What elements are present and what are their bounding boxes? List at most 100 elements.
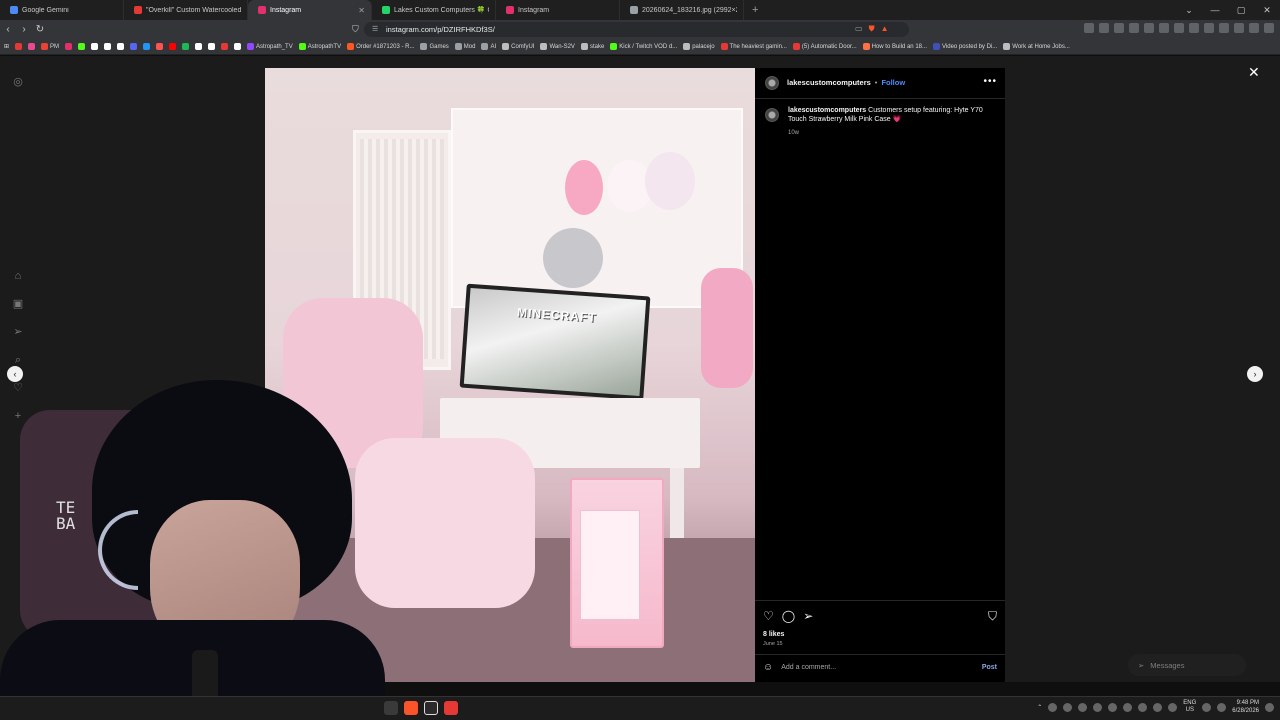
bookmark-item[interactable] — [156, 43, 164, 50]
back-button[interactable]: ‹ — [0, 24, 16, 35]
bookmark-item[interactable] — [104, 43, 112, 50]
bookmark-item[interactable]: Video posted by Di... — [933, 43, 997, 50]
tray-icon[interactable] — [1078, 702, 1088, 712]
bookmark-item[interactable] — [195, 43, 203, 50]
follow-button[interactable]: Follow — [881, 78, 905, 87]
bookmark-item[interactable] — [91, 43, 99, 50]
bookmark-item[interactable]: (5) Automatic Door... — [792, 43, 857, 50]
tray-icon[interactable] — [1093, 702, 1103, 712]
extension-icon[interactable] — [1084, 23, 1094, 33]
bookmark-item[interactable] — [234, 43, 242, 50]
browser-tab[interactable]: Lakes Custom Computers 🍀 Officia — [372, 0, 496, 20]
cast-icon[interactable]: ▭ — [855, 24, 863, 34]
extension-icon[interactable] — [1144, 23, 1154, 33]
forward-button[interactable]: › — [16, 24, 32, 35]
chevron-down-icon[interactable]: ⌄ — [1176, 5, 1202, 16]
extension-icon[interactable] — [1159, 23, 1169, 33]
bookmark-item[interactable] — [65, 43, 73, 50]
browser-tab[interactable]: Instagram — [496, 0, 620, 20]
comment-input[interactable]: Add a comment... — [781, 664, 974, 671]
messages-button[interactable]: ➢ Messages — [1128, 654, 1246, 676]
reels-icon[interactable]: ▣ — [12, 298, 24, 310]
extension-icon[interactable] — [1114, 23, 1124, 33]
maximize-button[interactable]: ▢ — [1228, 5, 1254, 16]
post-comment-button[interactable]: Post — [982, 664, 997, 671]
tray-icon[interactable] — [1063, 702, 1073, 712]
chevron-up-icon[interactable]: ⌃ — [1037, 704, 1042, 711]
save-icon[interactable]: ⛉ — [988, 609, 997, 624]
browser-tab[interactable]: Instagram ✕ — [248, 0, 372, 20]
bookmark-item[interactable] — [143, 43, 151, 50]
tray-icon[interactable] — [1048, 702, 1058, 712]
microphone-icon[interactable] — [1153, 702, 1163, 712]
bookmark-item[interactable]: Kick / Twitch VOD d... — [610, 43, 677, 50]
network-icon[interactable] — [1202, 702, 1212, 712]
menu-icon[interactable] — [1264, 23, 1274, 33]
like-icon[interactable]: ♡ — [763, 609, 774, 623]
next-post-button[interactable]: › — [1247, 366, 1263, 382]
bookmark-item[interactable]: AstropathTV — [298, 43, 341, 50]
bookmark-item[interactable]: Work at Home Jobs... — [1003, 43, 1070, 50]
bookmark-item[interactable] — [117, 43, 125, 50]
extension-icon[interactable] — [1219, 23, 1229, 33]
notifications-icon[interactable] — [1265, 702, 1274, 712]
extension-icon[interactable] — [1204, 23, 1214, 33]
bookmark-item[interactable] — [208, 43, 216, 50]
settings-app-icon[interactable] — [384, 701, 398, 715]
emoji-icon[interactable]: ☺ — [763, 662, 773, 673]
app-icon[interactable] — [444, 701, 458, 715]
new-tab-button[interactable]: + — [744, 4, 766, 16]
extension-icon[interactable] — [1249, 23, 1259, 33]
minimize-button[interactable]: — — [1202, 5, 1228, 15]
bookmark-item[interactable]: PM — [41, 43, 59, 50]
close-modal-button[interactable]: ✕ — [1248, 64, 1260, 81]
apps-grid-icon[interactable]: ⊞ — [4, 43, 9, 50]
browser-app-icon[interactable] — [404, 701, 418, 715]
bookmark-item[interactable]: Order #1871203 - R... — [347, 43, 414, 50]
extension-icon[interactable] — [1174, 23, 1184, 33]
bookmark-icon[interactable]: ⛉ — [352, 24, 359, 35]
extension-icon[interactable] — [1099, 23, 1109, 33]
address-bar[interactable]: ☰ instagram.com/p/DZIRFHKDf3S/ — [364, 22, 909, 37]
author-username[interactable]: lakescustomcomputers — [787, 78, 871, 87]
bookmark-item[interactable] — [78, 43, 86, 50]
obs-app-icon[interactable] — [424, 701, 438, 715]
bookmark-item[interactable]: Mod — [454, 43, 475, 50]
search-icon[interactable]: ⌕ — [12, 354, 24, 366]
reload-button[interactable]: ↻ — [32, 24, 48, 35]
comment-icon[interactable]: ◯ — [782, 609, 795, 623]
language-indicator[interactable]: ENG US — [1183, 700, 1196, 714]
more-options-icon[interactable]: ••• — [983, 76, 997, 87]
volume-icon[interactable] — [1168, 702, 1178, 712]
bookmark-item[interactable] — [15, 43, 23, 50]
brave-rewards-icon[interactable]: ▲ — [881, 24, 889, 34]
extension-icon[interactable] — [1234, 23, 1244, 33]
bookmark-item[interactable]: Astropath_TV — [247, 43, 293, 50]
bookmark-item[interactable] — [221, 43, 229, 50]
browser-tab[interactable]: Google Gemini — [0, 0, 124, 20]
caption-username[interactable]: lakescustomcomputers — [788, 107, 866, 114]
bookmark-item[interactable] — [182, 43, 190, 50]
bookmark-item[interactable]: How to Build an 18... — [862, 43, 927, 50]
like-count[interactable]: 8 likes — [763, 631, 784, 638]
bookmark-item[interactable]: Games — [420, 43, 449, 50]
close-tab-icon[interactable]: ✕ — [358, 6, 365, 15]
site-info-icon[interactable]: ☰ — [372, 25, 378, 33]
browser-tab[interactable]: 20260624_183216.jpg (2992×2992) — [620, 0, 744, 20]
speaker-icon[interactable] — [1217, 702, 1227, 712]
home-icon[interactable]: ⌂ — [12, 270, 24, 282]
bookmark-item[interactable]: Wan-S2V — [540, 43, 575, 50]
bookmark-item[interactable] — [169, 43, 177, 50]
tray-icon[interactable] — [1108, 702, 1118, 712]
author-avatar[interactable] — [765, 76, 779, 90]
bookmark-item[interactable]: stake — [580, 43, 604, 50]
bookmark-item[interactable]: ComfyUI — [502, 43, 534, 50]
direct-icon[interactable]: ➢ — [12, 326, 24, 338]
brave-shield-icon[interactable]: ⛊ — [869, 24, 875, 34]
bluetooth-icon[interactable] — [1138, 702, 1148, 712]
tray-icon[interactable] — [1123, 702, 1133, 712]
bookmark-item[interactable]: The heaviest gamin... — [720, 43, 787, 50]
browser-tab[interactable]: "Overkill" Custom Watercooled AI / G — [124, 0, 248, 20]
close-window-button[interactable]: ✕ — [1254, 5, 1280, 16]
extension-icon[interactable] — [1189, 23, 1199, 33]
